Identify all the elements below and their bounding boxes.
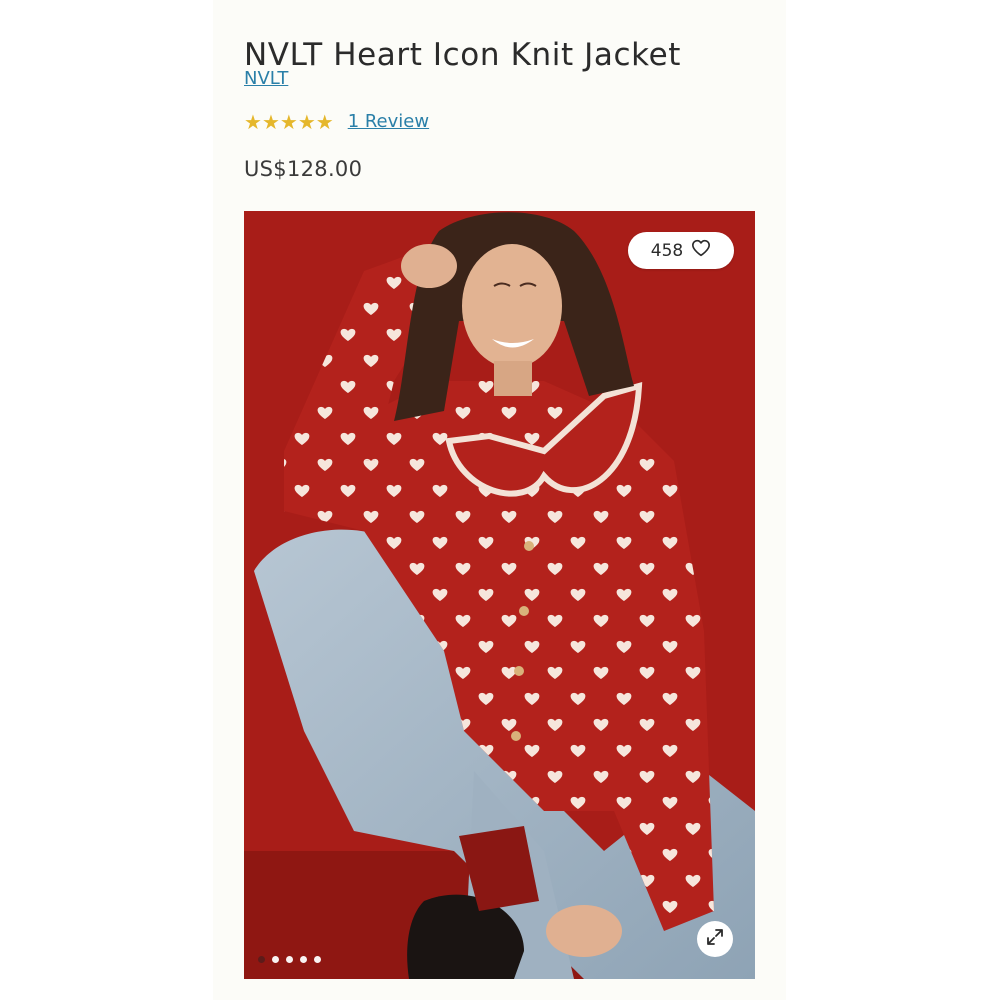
star-icon: ★ bbox=[297, 110, 316, 134]
gallery-dot[interactable] bbox=[286, 955, 293, 963]
like-count: 458 bbox=[650, 240, 684, 261]
gallery-pagination bbox=[258, 954, 321, 964]
gallery-dot[interactable] bbox=[300, 955, 307, 963]
brand-link[interactable]: NVLT bbox=[244, 68, 288, 89]
star-icon: ★ bbox=[244, 110, 262, 134]
reviews-link[interactable]: 1 Review bbox=[348, 109, 429, 135]
star-icon: ★ bbox=[261, 110, 280, 134]
star-rating: ★ ★ ★ ★ ★ bbox=[244, 109, 334, 135]
gallery-dot[interactable] bbox=[258, 955, 265, 963]
product-price: US$128.00 bbox=[244, 157, 363, 181]
like-button[interactable]: 458 bbox=[628, 232, 734, 269]
heart-outline-icon bbox=[691, 239, 711, 262]
gallery-dot[interactable] bbox=[314, 955, 321, 963]
product-image[interactable] bbox=[244, 211, 755, 979]
product-title: NVLT Heart Icon Knit Jacket bbox=[244, 36, 682, 73]
gallery-dot[interactable] bbox=[272, 955, 279, 963]
expand-image-button[interactable] bbox=[697, 921, 733, 957]
star-icon: ★ bbox=[279, 110, 298, 134]
rating-row: ★ ★ ★ ★ ★ 1 Review bbox=[244, 109, 429, 135]
star-icon: ★ bbox=[315, 110, 334, 134]
expand-arrows-icon bbox=[705, 927, 725, 951]
product-photo bbox=[244, 211, 755, 979]
